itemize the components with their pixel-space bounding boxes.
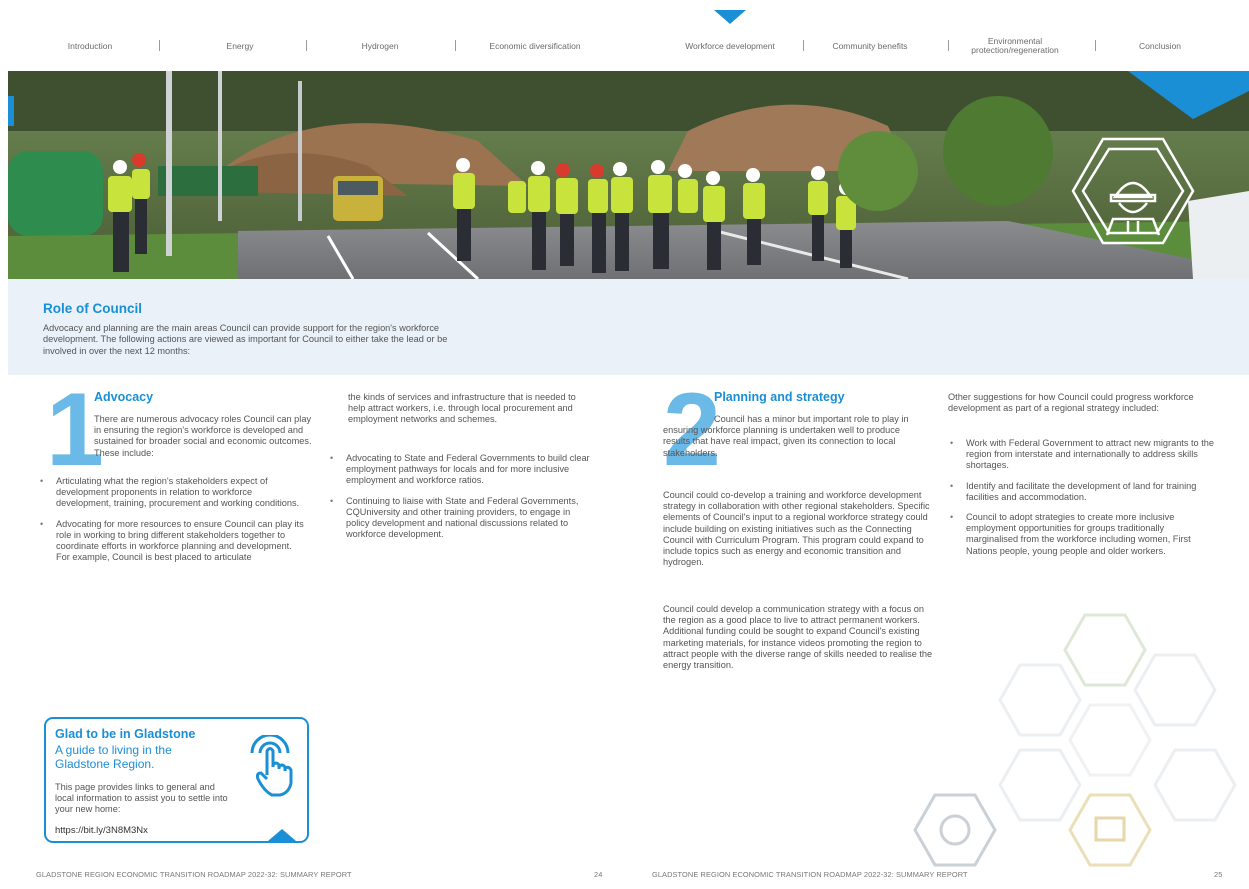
nav-separator (948, 40, 949, 51)
callout-title: Glad to be in Gladstone (55, 727, 196, 741)
planning-heading: Planning and strategy (714, 390, 845, 404)
callout-corner-marker (268, 829, 296, 841)
advocacy-continuation: the kinds of services and infrastructure… (348, 392, 576, 425)
nav-item-community-benefits[interactable]: Community benefits (815, 28, 925, 64)
nav-item-workforce-development[interactable]: Workforce development (665, 28, 795, 64)
role-of-council-panel: Role of Council Advocacy and planning ar… (8, 279, 1249, 375)
nav-item-hydrogen[interactable]: Hydrogen (330, 28, 430, 64)
advocacy-bullets-left: Articulating what the region's stakehold… (38, 476, 308, 572)
list-item: Advocating for more resources to ensure … (38, 519, 308, 564)
planning-bullets-right: Work with Federal Government to attract … (948, 438, 1218, 566)
nav-item-introduction[interactable]: Introduction (40, 28, 140, 64)
list-item: Work with Federal Government to attract … (948, 438, 1218, 472)
footer-left-page-number: 24 (594, 870, 603, 879)
planning-intro: Council has a minor but important role t… (663, 414, 909, 458)
list-item: Continuing to liaise with State and Fede… (328, 496, 590, 541)
touch-hand-icon (242, 733, 298, 804)
section-navigation: Introduction Energy Hydrogen Economic di… (0, 28, 1249, 64)
nav-item-conclusion[interactable]: Conclusion (1110, 28, 1210, 64)
nav-separator (1095, 40, 1096, 51)
planning-right-intro: Other suggestions for how Council could … (948, 392, 1194, 414)
callout-link[interactable]: https://bit.ly/3N8M3Nx (55, 825, 148, 836)
role-body: Advocacy and planning are the main areas… (43, 323, 448, 356)
planning-paragraph-2: Council could develop a communication st… (663, 604, 933, 671)
list-item: Identify and facilitate the development … (948, 481, 1218, 503)
nav-item-economic-diversification[interactable]: Economic diversification (470, 28, 600, 64)
callout-subtitle: A guide to living in the Gladstone Regio… (55, 743, 172, 771)
gladstone-guide-callout: Glad to be in Gladstone A guide to livin… (44, 717, 309, 843)
planning-paragraph-1: Council could co-develop a training and … (663, 490, 930, 568)
nav-current-marker (714, 10, 746, 24)
callout-body: This page provides links to general and … (55, 782, 228, 815)
role-title: Role of Council (43, 301, 142, 316)
nav-item-environmental-protection[interactable]: Environmental protection/regeneration (960, 28, 1070, 64)
nav-item-energy[interactable]: Energy (190, 28, 290, 64)
footer-left-title: GLADSTONE REGION ECONOMIC TRANSITION ROA… (36, 870, 352, 879)
nav-separator (455, 40, 456, 51)
list-item: Advocating to State and Federal Governme… (328, 453, 590, 487)
nav-separator (803, 40, 804, 51)
footer-right-title: GLADSTONE REGION ECONOMIC TRANSITION ROA… (652, 870, 968, 879)
advocacy-intro: There are numerous advocacy roles Counci… (94, 414, 312, 458)
list-item: Articulating what the region's stakehold… (38, 476, 308, 510)
advocacy-bullets-right: Advocating to State and Federal Governme… (328, 453, 590, 549)
footer-right-page-number: 25 (1214, 870, 1223, 879)
nav-separator (306, 40, 307, 51)
advocacy-heading: Advocacy (94, 390, 154, 404)
hero-photo (8, 71, 1249, 279)
nav-separator (159, 40, 160, 51)
list-item: Council to adopt strategies to create mo… (948, 512, 1218, 557)
decorative-hex-pattern (900, 600, 1249, 875)
